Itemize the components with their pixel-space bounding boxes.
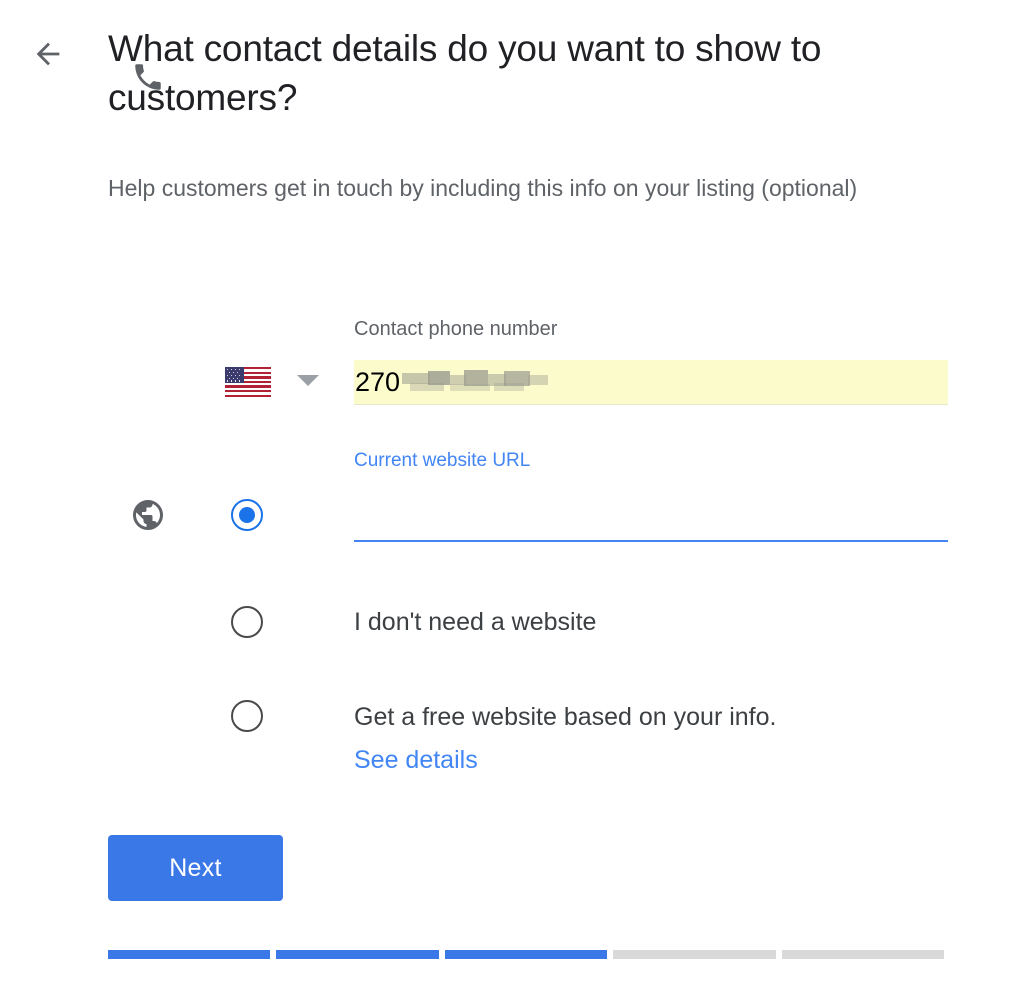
globe-icon	[130, 497, 166, 533]
progress-step-3	[444, 950, 608, 959]
phone-field-label: Contact phone number	[354, 318, 558, 340]
chevron-down-icon[interactable]	[297, 375, 319, 386]
website-url-redacted	[354, 500, 726, 532]
phone-number-redacted	[402, 369, 557, 395]
page-subtitle: Help customers get in touch by including…	[108, 175, 858, 201]
progress-step-4	[613, 950, 776, 959]
radio-current-website-url[interactable]	[231, 499, 263, 531]
current-website-url-input[interactable]	[354, 496, 948, 542]
label-no-website: I don't need a website	[354, 608, 597, 636]
progress-bar	[108, 950, 945, 959]
radio-free-website[interactable]	[231, 700, 263, 732]
progress-step-2	[276, 950, 439, 959]
next-button[interactable]: Next	[108, 835, 283, 901]
progress-step-1	[108, 950, 271, 959]
radio-no-website[interactable]	[231, 606, 263, 638]
see-details-link[interactable]: See details	[354, 746, 478, 775]
page-title: What contact details do you want to show…	[108, 28, 822, 119]
progress-step-5	[781, 950, 945, 959]
contact-phone-input[interactable]: 270	[354, 360, 948, 405]
onboarding-screen: What contact details do you want to show…	[0, 0, 1024, 1006]
phone-icon	[131, 60, 165, 94]
url-field-label: Current website URL	[354, 450, 531, 471]
us-flag-icon[interactable]	[225, 367, 271, 397]
back-arrow-icon[interactable]	[27, 33, 69, 75]
label-free-website: Get a free website based on your info.	[354, 703, 777, 731]
phone-number-value: 270	[355, 366, 401, 397]
